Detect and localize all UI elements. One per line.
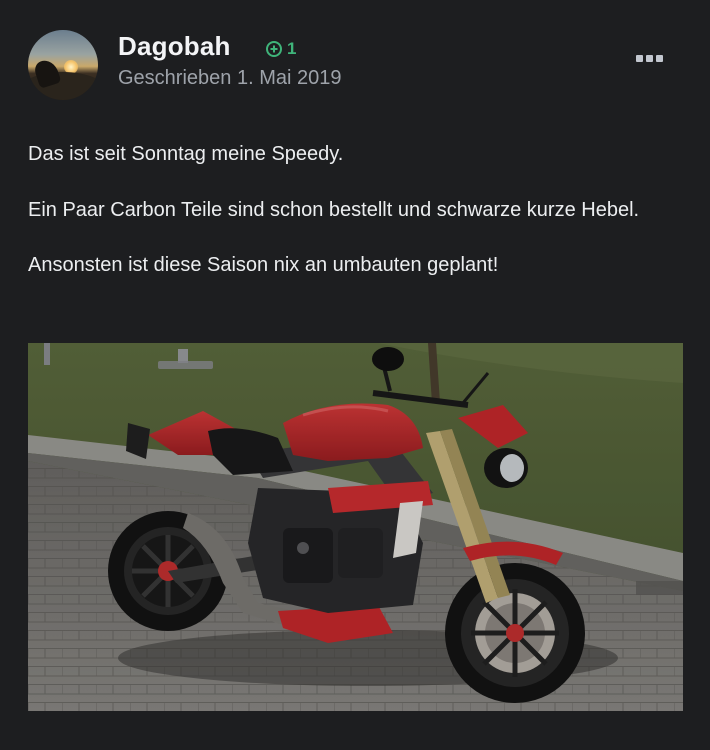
more-options-button[interactable] xyxy=(634,51,664,65)
more-dot-icon xyxy=(635,54,643,62)
post-paragraph: Ansonsten ist diese Saison nix an umbaut… xyxy=(28,254,499,276)
reputation-count: 1 xyxy=(287,39,297,58)
avatar[interactable] xyxy=(28,30,98,100)
post-paragraph: Das ist seit Sonntag meine Speedy. xyxy=(28,143,344,165)
motorcycle-photo-image xyxy=(28,343,683,711)
forum-post: Dagobah 1 Geschrieben 1. Mai 2019 Das is… xyxy=(0,0,710,750)
post-paragraph: Ein Paar Carbon Teile sind schon bestell… xyxy=(28,199,640,221)
more-dot-icon xyxy=(645,54,653,62)
post-content: Das ist seit Sonntag meine Speedy. Ein P… xyxy=(28,139,688,306)
plus-circle-icon xyxy=(266,41,282,57)
post-date[interactable]: Geschrieben 1. Mai 2019 xyxy=(118,67,341,90)
reputation-badge[interactable]: 1 xyxy=(266,39,296,59)
motorcycle-photo[interactable] xyxy=(28,343,683,711)
author-name[interactable]: Dagobah xyxy=(118,31,231,62)
more-dot-icon xyxy=(655,54,663,62)
